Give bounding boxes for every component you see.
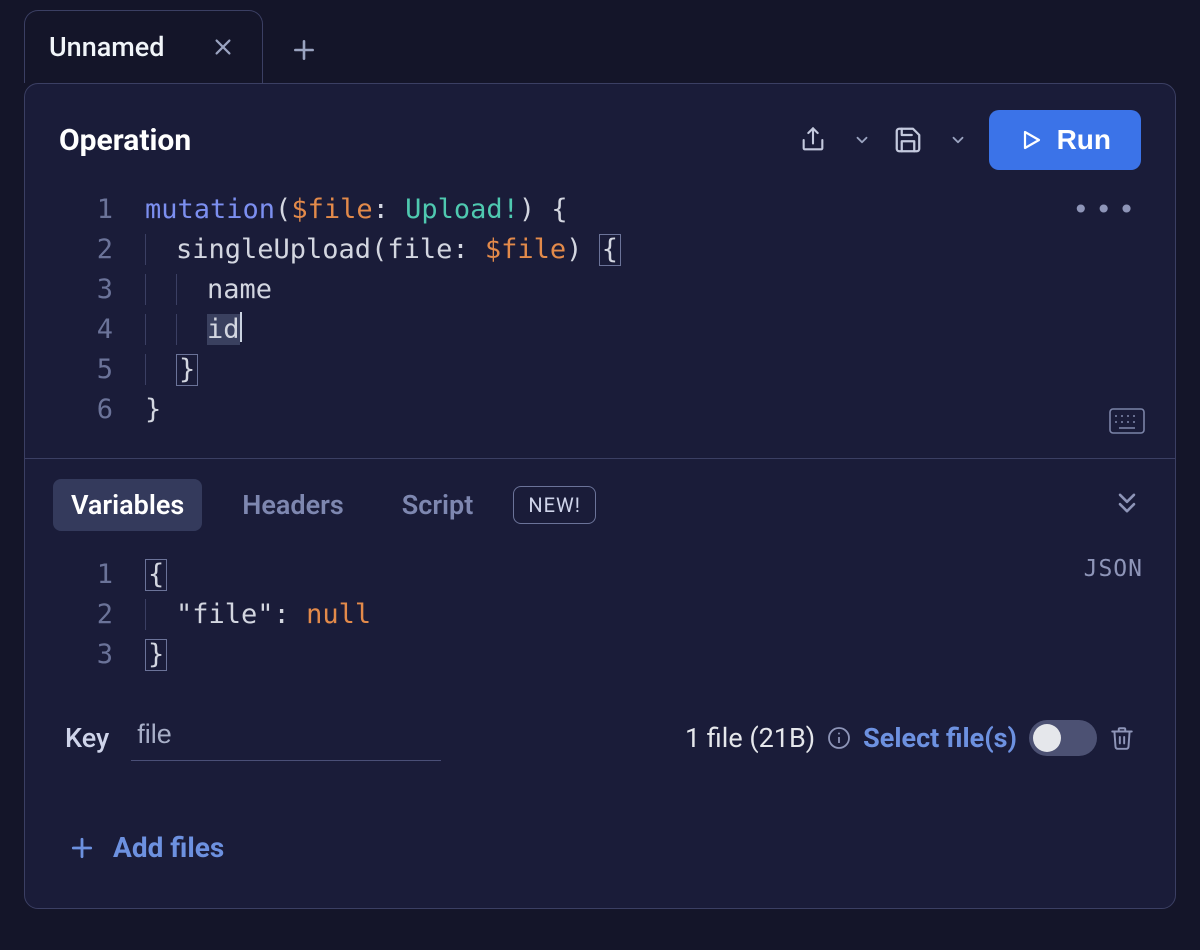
share-dropdown-icon[interactable] [853,131,871,149]
new-tab-button[interactable] [291,37,317,83]
key-input[interactable] [131,715,441,761]
code-line: mutation($file: Upload!) { [145,190,568,230]
operation-editor[interactable]: ••• 1 mutation($file: Upload!) { 2 singl… [25,186,1175,458]
file-count: 1 file (21B) [685,722,815,754]
code-line: id [145,310,242,350]
key-label: Key [65,722,109,754]
tab-variables[interactable]: Variables [53,479,202,531]
trash-icon[interactable] [1109,724,1135,752]
code-line: { [145,555,167,595]
operation-title: Operation [59,123,191,158]
line-number: 5 [25,350,145,390]
add-files-label: Add files [113,831,224,864]
save-dropdown-icon[interactable] [949,131,967,149]
collapse-icon[interactable] [1113,489,1141,521]
more-icon[interactable]: ••• [1072,190,1141,230]
code-line: singleUpload(file: $file) { [145,230,621,270]
add-files-button[interactable]: Add files [25,761,1175,908]
line-number: 3 [25,270,145,310]
tab-active[interactable]: Unnamed [24,10,263,83]
line-number: 4 [25,310,145,350]
operation-panel: Operation Run ••• 1 mutation($file: [24,83,1176,909]
code-line: } [145,350,198,390]
tabs-bar: Unnamed [0,0,1200,83]
line-number: 6 [25,390,145,430]
code-line: name [145,270,272,310]
info-icon[interactable] [827,726,851,750]
line-number: 3 [25,635,145,675]
code-line: "file": null [145,595,371,635]
json-tag: JSON [1084,549,1143,589]
variables-tabs: Variables Headers Script NEW! [25,459,1175,551]
variables-editor[interactable]: JSON 1 { 2 "file": null 3 } [25,551,1175,703]
file-row: Key 1 file (21B) Select file(s) [25,703,1175,761]
save-icon[interactable] [893,125,923,155]
file-summary: 1 file (21B) Select file(s) [685,720,1135,756]
line-number: 2 [25,595,145,635]
select-files-link[interactable]: Select file(s) [863,722,1017,754]
line-number: 2 [25,230,145,270]
line-number: 1 [25,190,145,230]
tab-script[interactable]: Script [384,479,492,531]
file-toggle[interactable] [1029,720,1097,756]
line-number: 1 [25,555,145,595]
operation-header: Operation Run [25,84,1175,186]
tab-headers[interactable]: Headers [224,479,361,531]
run-button[interactable]: Run [989,110,1141,170]
new-badge: NEW! [513,486,596,524]
code-line: } [145,390,161,430]
run-label: Run [1057,124,1111,156]
close-icon[interactable] [212,36,234,58]
tab-label: Unnamed [49,31,164,63]
operation-actions: Run [799,110,1141,170]
share-icon[interactable] [799,126,827,154]
code-line: } [145,635,167,675]
keyboard-icon[interactable] [1109,406,1145,446]
